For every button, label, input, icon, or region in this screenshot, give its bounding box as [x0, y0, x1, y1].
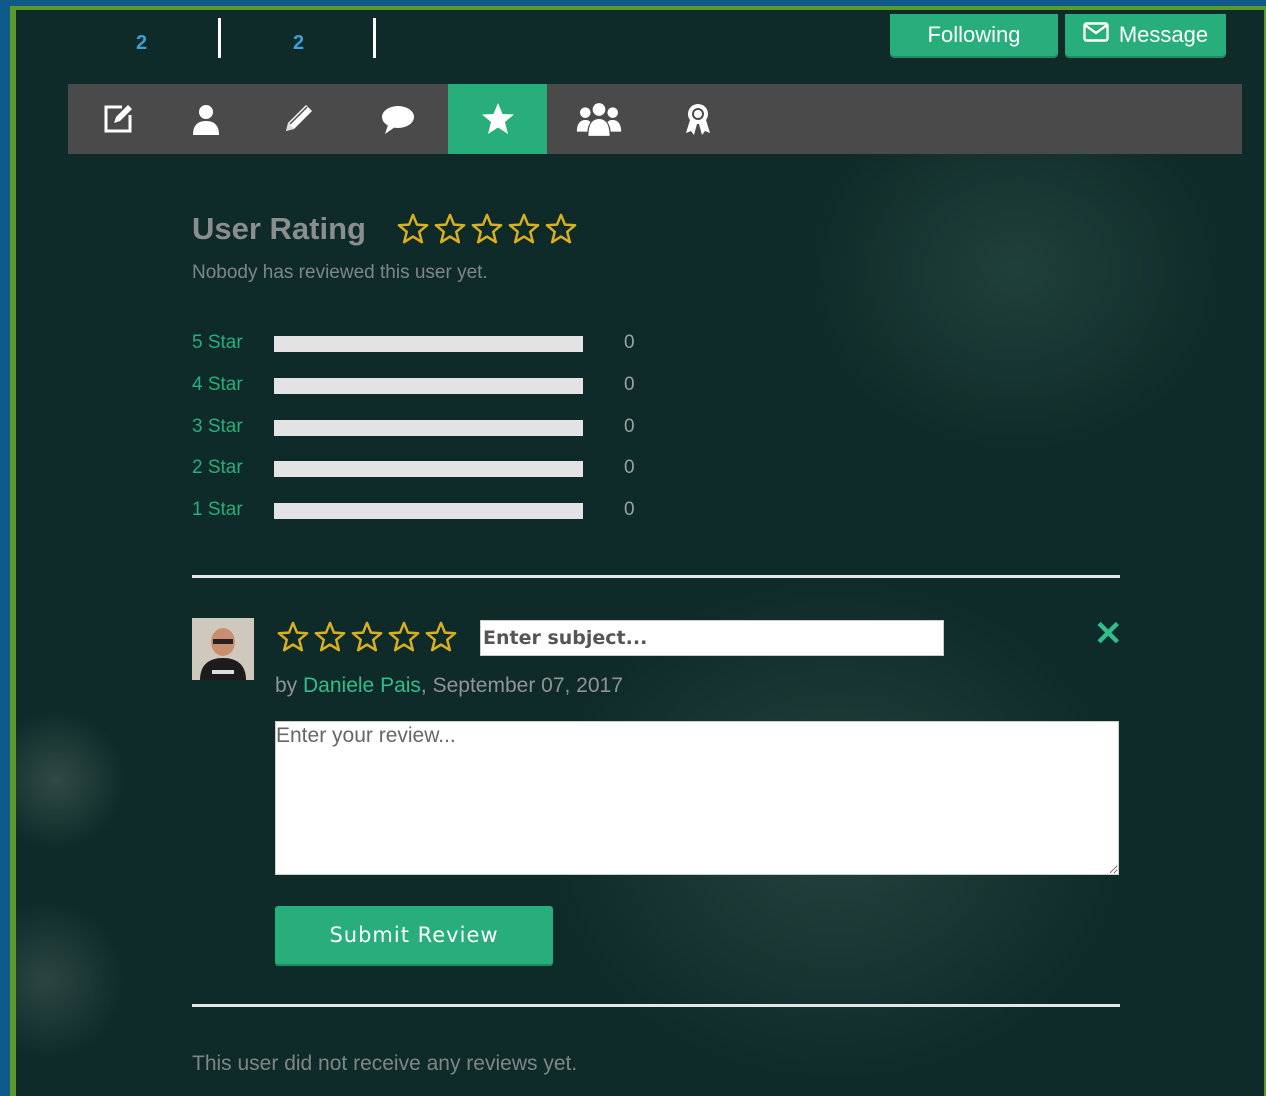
breakdown-label[interactable]: 4 Star: [192, 374, 243, 396]
rating-breakdown-row: 1 Star 0: [192, 499, 652, 523]
submit-review-button[interactable]: Submit Review: [275, 906, 553, 964]
no-reviews-message: This user did not receive any reviews ye…: [192, 1052, 578, 1075]
star-outline-icon: [434, 213, 466, 244]
tab-groups[interactable]: [549, 84, 648, 154]
section-divider: [192, 1004, 1120, 1007]
breakdown-count: 0: [624, 415, 635, 437]
byline-prefix: by: [275, 674, 304, 697]
review-star-selector[interactable]: [276, 620, 458, 654]
tab-comments[interactable]: [348, 84, 447, 154]
profile-page: 2 2 Following Message User Rating Nobody…: [16, 10, 1264, 1096]
breakdown-label[interactable]: 3 Star: [192, 416, 243, 438]
star-icon: [481, 103, 514, 134]
user-icon: [192, 105, 219, 135]
average-rating-stars: [396, 212, 578, 246]
breakdown-bar: [274, 419, 583, 436]
star-outline-icon[interactable]: [350, 620, 384, 654]
avatar: [192, 618, 254, 680]
stat-count-2[interactable]: 2: [293, 32, 304, 55]
rating-breakdown-row: 3 Star 0: [192, 416, 652, 440]
review-date: , September 07, 2017: [420, 674, 623, 697]
breakdown-bar: [274, 377, 583, 394]
tab-activity[interactable]: [68, 84, 167, 154]
tab-profile[interactable]: [156, 84, 255, 154]
breakdown-count: 0: [624, 373, 635, 395]
breakdown-count: 0: [624, 499, 635, 521]
star-outline-icon: [545, 213, 577, 244]
message-label: Message: [1118, 22, 1209, 47]
star-outline-icon: [471, 213, 503, 244]
star-outline-icon: [397, 213, 429, 244]
rating-summary: Nobody has reviewed this user yet.: [192, 262, 488, 283]
following-button[interactable]: Following: [890, 14, 1058, 56]
stat-divider: [218, 18, 221, 58]
pencil-icon: [285, 105, 312, 131]
award-icon: [685, 104, 710, 135]
star-outline-icon[interactable]: [276, 620, 310, 654]
review-textarea[interactable]: [275, 721, 1119, 875]
comment-icon: [381, 106, 414, 134]
message-button[interactable]: Message: [1065, 14, 1226, 56]
tab-blog[interactable]: [248, 84, 347, 154]
star-outline-icon: [508, 213, 540, 244]
section-divider: [192, 575, 1120, 578]
review-byline: by Daniele Pais, September 07, 2017: [275, 674, 623, 698]
author-link[interactable]: Daniele Pais: [303, 674, 421, 697]
envelope-icon: [1083, 22, 1109, 48]
breakdown-bar: [274, 503, 583, 520]
star-outline-icon[interactable]: [313, 620, 347, 654]
breakdown-count: 0: [624, 332, 635, 353]
breakdown-label[interactable]: 1 Star: [192, 499, 243, 521]
star-outline-icon[interactable]: [387, 620, 421, 654]
tab-badges[interactable]: [648, 84, 747, 154]
close-icon[interactable]: ✕: [1094, 614, 1123, 654]
users-icon: [576, 103, 621, 136]
rating-breakdown-row: 2 Star 0: [192, 457, 652, 481]
following-label: Following: [927, 22, 1021, 47]
stat-count-1[interactable]: 2: [136, 32, 147, 55]
breakdown-label[interactable]: 5 Star: [192, 332, 243, 354]
rating-title: User Rating: [192, 211, 366, 246]
stat-divider: [373, 18, 376, 58]
star-outline-icon[interactable]: [424, 620, 458, 654]
breakdown-count: 0: [624, 457, 635, 479]
subject-input[interactable]: [480, 620, 944, 656]
rating-breakdown-row: 5 Star 0: [192, 332, 652, 356]
profile-tab-bar: [68, 84, 1242, 154]
breakdown-bar: [274, 461, 583, 478]
edit-icon: [104, 105, 132, 133]
rating-breakdown-row: 4 Star 0: [192, 374, 652, 398]
breakdown-bar: [274, 336, 583, 352]
breakdown-label[interactable]: 2 Star: [192, 457, 243, 479]
tab-reviews[interactable]: [448, 84, 547, 154]
